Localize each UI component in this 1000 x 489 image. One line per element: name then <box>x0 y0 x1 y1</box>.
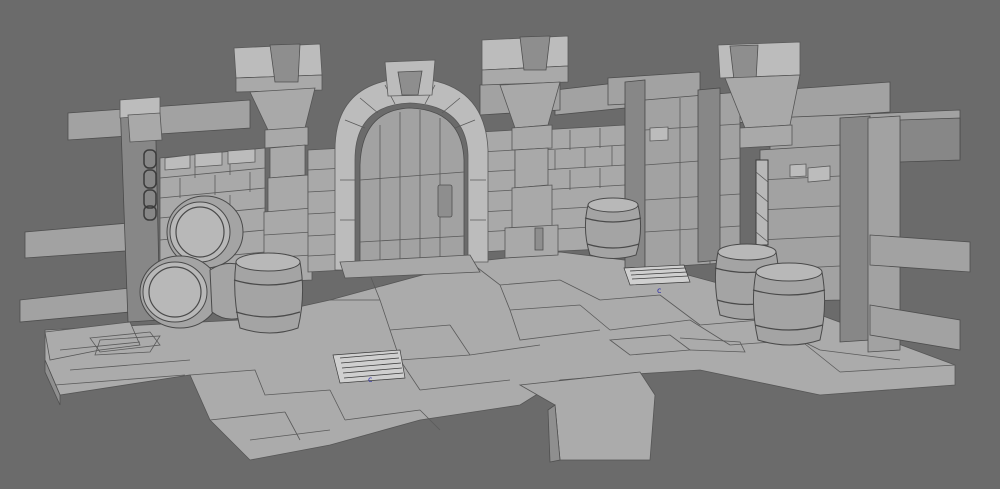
barrel-standing-left[interactable] <box>233 252 304 334</box>
hanging-chain-right <box>755 159 769 246</box>
barrel-standing-center[interactable] <box>584 197 642 259</box>
barrel-standing-right-front[interactable] <box>752 262 826 346</box>
pivot-marker-left: c <box>368 375 372 384</box>
floor-grate-left[interactable]: c <box>332 349 406 384</box>
arched-door[interactable] <box>334 59 489 279</box>
3d-viewport[interactable]: c c <box>0 0 1000 489</box>
pivot-marker-right: c <box>657 286 661 295</box>
dungeon-scene-model[interactable]: c c <box>0 0 1000 489</box>
